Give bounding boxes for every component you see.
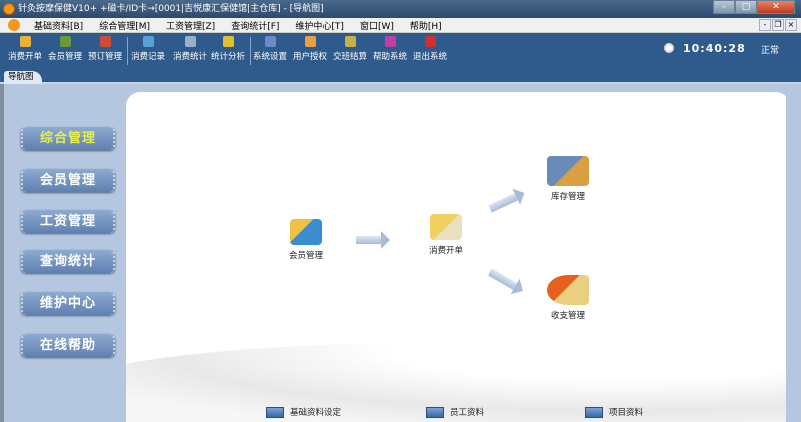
node-label: 收支管理 xyxy=(550,311,585,321)
link-items[interactable]: 项目资料 xyxy=(585,406,643,418)
toolbar-button-7[interactable]: 用户授权 xyxy=(290,36,330,62)
toolbar-button-8[interactable]: 交班结算 xyxy=(330,36,370,62)
bill-icon xyxy=(430,214,462,240)
arrow-right-icon xyxy=(356,231,390,249)
menu-general[interactable]: 综合管理[M] xyxy=(91,19,158,32)
node-bill[interactable]: 消费开单 xyxy=(416,214,476,256)
exit-icon xyxy=(424,36,436,47)
toolbar-button-6[interactable]: 系统设置 xyxy=(250,36,290,62)
toolbar-button-label: 消费统计 xyxy=(172,52,207,62)
arrow-down-right-icon xyxy=(488,268,518,291)
toolbar-button-label: 退出系统 xyxy=(412,52,447,62)
user-auth-icon xyxy=(304,36,316,47)
nav-member[interactable]: 会员管理 xyxy=(21,169,115,192)
node-label: 消费开单 xyxy=(428,246,463,256)
nav-general[interactable]: 综合管理 xyxy=(21,127,115,150)
right-edge xyxy=(786,84,801,422)
member-card-icon xyxy=(290,219,322,245)
toolbar-button-5[interactable]: 统计分析 xyxy=(208,36,248,62)
clock-icon xyxy=(664,43,674,53)
node-label: 会员管理 xyxy=(288,251,323,261)
nav-maintenance[interactable]: 维护中心 xyxy=(21,292,115,315)
link-staff[interactable]: 员工资料 xyxy=(426,406,484,418)
settings-icon xyxy=(264,36,276,47)
coins-icon xyxy=(547,275,589,305)
toolbar-button-10[interactable]: 退出系统 xyxy=(410,36,450,62)
shift-icon xyxy=(344,36,356,47)
title-bar: 针灸按摩保健V10+ +磁卡/ID卡→[0001|吉悦康汇保健馆|主仓库] - … xyxy=(0,0,801,18)
toolbar-button-label: 消费开单 xyxy=(7,52,42,62)
navigation-panel: 会员管理 消费开单 库存管理 收支管理 基础资料设定 员工资料 项目资料 xyxy=(126,92,790,422)
toolbar-button-label: 预订管理 xyxy=(87,52,122,62)
nav-help[interactable]: 在线帮助 xyxy=(21,334,115,357)
menu-window[interactable]: 窗口[W] xyxy=(352,19,402,32)
toolbar-button-0[interactable]: 消费开单 xyxy=(5,36,45,62)
node-label: 库存管理 xyxy=(550,192,585,202)
record-icon xyxy=(142,36,154,47)
toolbar-button-label: 会员管理 xyxy=(47,52,82,62)
nav-salary[interactable]: 工资管理 xyxy=(21,210,115,233)
menu-logo-icon xyxy=(8,19,20,31)
help-icon xyxy=(384,36,396,47)
analysis-icon xyxy=(222,36,234,47)
node-finance[interactable]: 收支管理 xyxy=(538,275,598,321)
menu-maintenance[interactable]: 维护中心[T] xyxy=(287,19,352,32)
link-basic-settings[interactable]: 基础资料设定 xyxy=(266,406,341,418)
folder-icon xyxy=(585,406,603,418)
bill-icon xyxy=(19,36,31,47)
minimize-button[interactable]: – xyxy=(713,0,735,14)
link-label: 基础资料设定 xyxy=(290,408,342,418)
content-area: 综合管理 会员管理 工资管理 查询统计 维护中心 在线帮助 会员管理 消费开单 … xyxy=(0,84,801,422)
toolbar-button-label: 统计分析 xyxy=(210,52,245,62)
close-button[interactable]: ✕ xyxy=(757,0,795,14)
menu-query[interactable]: 查询统计[F] xyxy=(223,19,287,32)
app-logo-icon xyxy=(3,3,15,15)
menu-salary[interactable]: 工资管理[Z] xyxy=(158,19,223,32)
menu-help[interactable]: 帮助[H] xyxy=(402,19,450,32)
booking-icon xyxy=(99,36,111,47)
toolbar-button-label: 系统设置 xyxy=(252,52,287,62)
mdi-minimize-button[interactable]: - xyxy=(759,19,771,31)
tab-strip: 导航图 xyxy=(0,68,801,84)
toolbar-button-2[interactable]: 预订管理 xyxy=(85,36,125,62)
menu-bar: 基础资料[B] 综合管理[M] 工资管理[Z] 查询统计[F] 维护中心[T] … xyxy=(0,18,801,33)
toolbar-button-3[interactable]: 消费记录 xyxy=(128,36,168,62)
window-title: 针灸按摩保健V10+ +磁卡/ID卡→[0001|吉悦康汇保健馆|主仓库] - … xyxy=(18,4,324,14)
folder-icon xyxy=(426,406,444,418)
toolbar-button-label: 消费记录 xyxy=(130,52,165,62)
mdi-close-button[interactable]: × xyxy=(785,19,797,31)
toolbar-button-label: 帮助系统 xyxy=(372,52,407,62)
link-label: 项目资料 xyxy=(609,408,644,418)
clock-time: 10:40:28 xyxy=(683,42,746,55)
mdi-restore-button[interactable]: ❐ xyxy=(772,19,784,31)
tab-navigation[interactable]: 导航图 xyxy=(4,71,42,84)
toolbar-button-label: 用户授权 xyxy=(292,52,327,62)
folder-icon xyxy=(266,406,284,418)
toolbar-button-9[interactable]: 帮助系统 xyxy=(370,36,410,62)
status-text: 正常 xyxy=(761,46,780,56)
maximize-button[interactable]: □ xyxy=(735,0,757,14)
warehouse-icon xyxy=(547,156,589,186)
stats-icon xyxy=(184,36,196,47)
link-label: 员工资料 xyxy=(450,408,485,418)
member-icon xyxy=(59,36,71,47)
node-member[interactable]: 会员管理 xyxy=(276,219,336,261)
arrow-up-right-icon xyxy=(488,192,519,213)
toolbar-button-label: 交班结算 xyxy=(332,52,367,62)
nav-query[interactable]: 查询统计 xyxy=(21,250,115,273)
node-stock[interactable]: 库存管理 xyxy=(538,156,598,202)
menu-basic-data[interactable]: 基础资料[B] xyxy=(26,19,91,32)
toolbar-button-1[interactable]: 会员管理 xyxy=(45,36,85,62)
toolbar-button-4[interactable]: 消费统计 xyxy=(170,36,210,62)
toolbar: 10:40:28 正常 消费开单 会员管理 预订管理 消费记录 消费统计 统计分析 系统设置… xyxy=(0,34,801,68)
